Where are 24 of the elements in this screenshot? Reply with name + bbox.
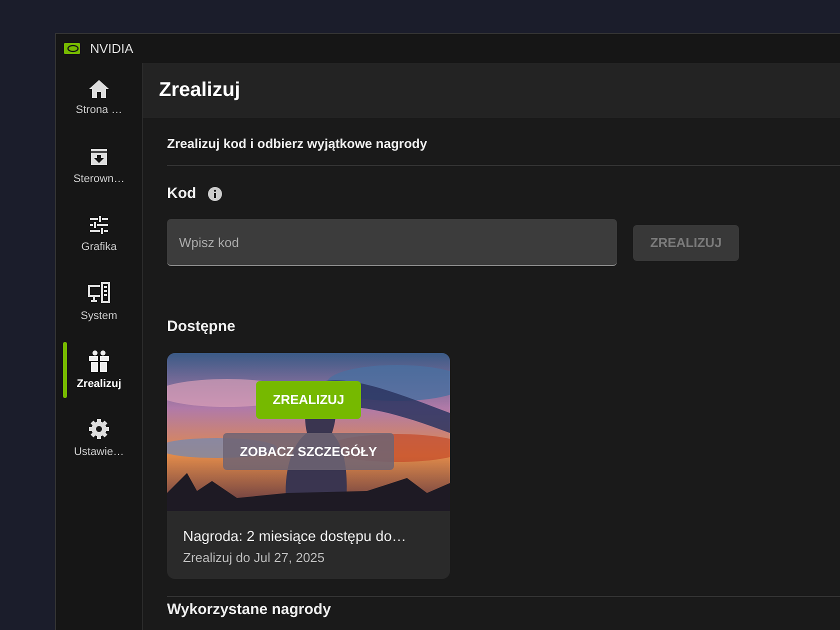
window-title: NVIDIA [90, 41, 134, 56]
section-heading: Wykorzystane nagrody [167, 600, 332, 618]
page-header: Zrealizuj [143, 63, 840, 118]
home-icon [89, 80, 109, 98]
sidebar-item[interactable]: System [56, 268, 142, 336]
sidebar-item[interactable]: Strona … [56, 64, 142, 132]
details-button[interactable]: ZOBACZ SZCZEGÓŁY [223, 432, 394, 470]
sidebar-item[interactable]: Grafika [56, 200, 142, 268]
computer-icon [87, 282, 111, 304]
sliders-icon [89, 215, 109, 235]
code-input-field[interactable]: Wpisz kod [167, 219, 617, 266]
selection-indicator [63, 342, 67, 398]
logo-icon [64, 43, 80, 54]
expiry-date: Zrealizuj do Jul 27, 2025 [183, 550, 326, 565]
gift-icon [88, 350, 110, 372]
info-icon [208, 186, 222, 200]
sidebar-item[interactable]: Zrealizuj [56, 336, 142, 404]
reward-title: Nagroda: 2 miesiące dostępu do… [183, 529, 408, 545]
code-label: Kod [167, 185, 196, 202]
sidebar-item[interactable]: Sterown… [56, 132, 142, 200]
section-heading: Dostępne [167, 318, 236, 335]
settings-icon [88, 418, 110, 440]
sidebar-item[interactable]: Ustawie… [56, 404, 142, 472]
download-box-icon [89, 147, 109, 167]
